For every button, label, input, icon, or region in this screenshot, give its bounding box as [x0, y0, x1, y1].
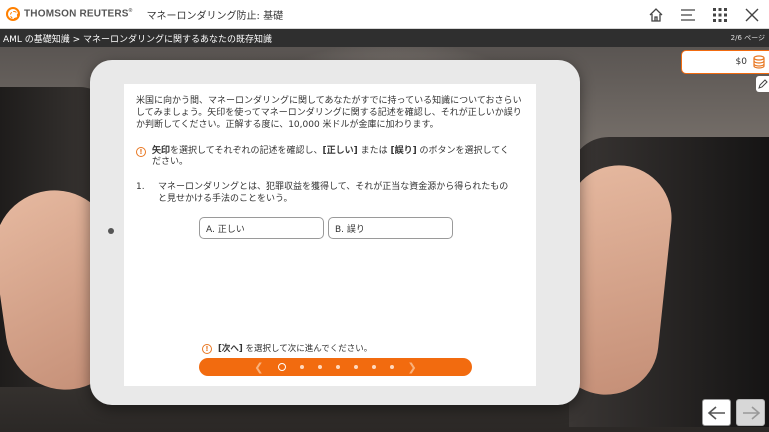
carousel-next-arrow-icon[interactable]: ❯: [408, 361, 417, 374]
tablet-camera: [108, 228, 114, 234]
breadcrumb-bar: AML の基礎知識 > マネーロンダリングに関するあなたの既存知識 2/6 ペー…: [0, 29, 769, 47]
carousel-dots: [277, 363, 394, 371]
breadcrumb: AML の基礎知識 > マネーロンダリングに関するあなたの既存知識: [3, 34, 273, 45]
score-value: $0: [735, 57, 747, 67]
tablet-screen: 米国に向かう間、マネーロンダリングに関してあなたがすでに持っている知識についてお…: [124, 84, 536, 386]
question-number: 1.: [136, 182, 145, 192]
arrow-left-icon: [707, 405, 725, 420]
carousel-dot[interactable]: [353, 365, 358, 369]
menu-icon[interactable]: [677, 4, 699, 26]
home-icon[interactable]: [645, 4, 667, 26]
prev-page-button[interactable]: [702, 399, 731, 426]
instruction-text: 矢印を選択してそれぞれの記述を確認し、[正しい] または [誤り] のボタンを選…: [152, 146, 510, 167]
arrow-right-icon: [742, 405, 760, 420]
course-title: マネーロンダリング防止: 基礎: [146, 10, 284, 22]
intro-text: 米国に向かう間、マネーロンダリングに関してあなたがすでに持っている知識についてお…: [136, 96, 522, 130]
carousel-dot[interactable]: [335, 365, 340, 369]
carousel-dot[interactable]: [389, 365, 394, 369]
question-text: マネーロンダリングとは、犯罪収益を獲得して、それが正当な資金源から得られたものと…: [158, 182, 509, 204]
question-statement: 1. マネーロンダリングとは、犯罪収益を獲得して、それが正当な資金源から得られた…: [136, 181, 516, 205]
page-indicator: 2/6 ページ: [730, 34, 765, 42]
carousel-dot[interactable]: [371, 365, 376, 369]
instruction-hint: ! 矢印を選択してそれぞれの記述を確認し、[正しい] または [誤り] のボタン…: [136, 146, 516, 168]
notes-button[interactable]: [756, 76, 769, 92]
info-icon: !: [202, 343, 212, 354]
statement-carousel: ❮ ❯: [199, 358, 472, 376]
next-hint: ! [次へ] を選択して次に進んでください。: [202, 342, 372, 354]
answer-false-button[interactable]: B. 誤り: [328, 217, 453, 239]
carousel-dot[interactable]: [299, 365, 304, 369]
tablet-device: 米国に向かう間、マネーロンダリングに関してあなたがすでに持っている知識についてお…: [90, 60, 580, 405]
brand-name: THOMSON REUTERS®: [24, 8, 133, 20]
carousel-prev-arrow-icon[interactable]: ❮: [254, 361, 263, 374]
thomson-reuters-logo-icon: [6, 7, 20, 21]
brand-logo: THOMSON REUTERS®: [6, 7, 133, 21]
carousel-dot[interactable]: [317, 365, 322, 369]
close-icon[interactable]: [741, 4, 763, 26]
top-bar: THOMSON REUTERS® マネーロンダリング防止: 基礎: [0, 0, 769, 29]
info-icon: !: [136, 147, 146, 157]
next-page-button[interactable]: [736, 399, 765, 426]
coins-icon: [753, 55, 765, 69]
pencil-icon: [757, 79, 768, 89]
answer-true-button[interactable]: A. 正しい: [199, 217, 324, 239]
grid-icon[interactable]: [709, 4, 731, 26]
next-hint-text: [次へ] を選択して次に進んでください。: [218, 344, 373, 354]
score-counter: $0: [681, 50, 769, 74]
carousel-dot[interactable]: [277, 363, 286, 371]
top-toolbar: [645, 4, 763, 26]
answer-choices: A. 正しい B. 誤り: [199, 217, 453, 239]
